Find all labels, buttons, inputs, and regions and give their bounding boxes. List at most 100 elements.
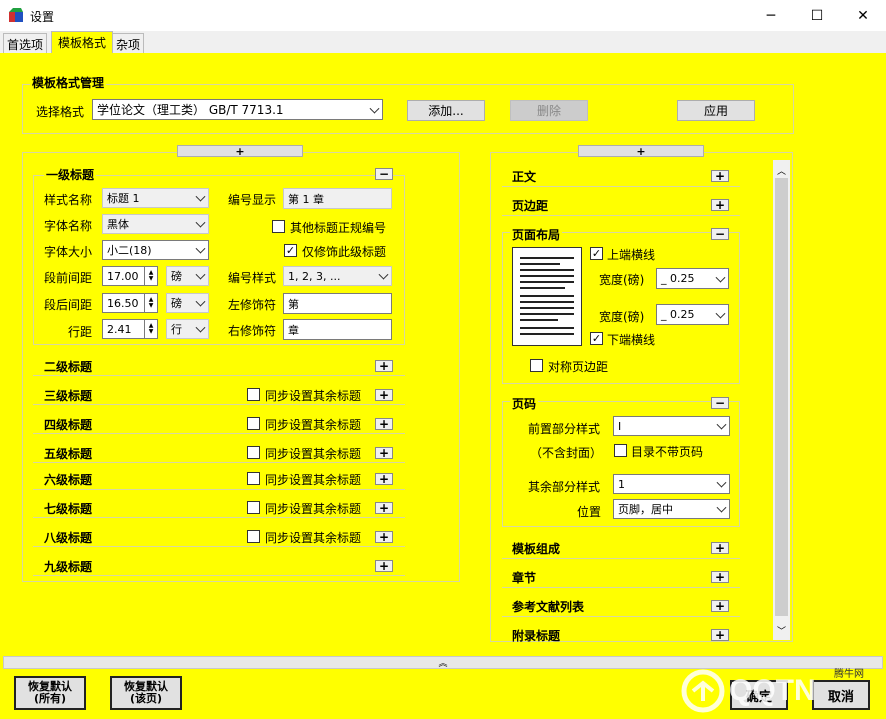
number-style-select[interactable]: 1, 2, 3, ... [283, 266, 392, 286]
style-name-select[interactable]: 标题 1 [102, 188, 209, 208]
select-format-label: 选择格式 [36, 105, 85, 119]
appendix-expand-button[interactable]: + [711, 629, 729, 641]
chevron-down-icon [369, 103, 380, 114]
h2-title: 二级标题 [44, 360, 93, 374]
top-rule-checkbox[interactable]: ✓ [590, 247, 603, 260]
body-expand-button[interactable]: + [711, 170, 729, 182]
other-numbering-checkbox[interactable] [272, 220, 285, 233]
reset-page-button[interactable]: 恢复默认 (该页) [110, 676, 182, 710]
chapter-title: 章节 [512, 571, 537, 585]
tab-template-format[interactable]: 模板格式 [51, 31, 114, 53]
scroll-up-icon[interactable]: ︿ [777, 164, 786, 177]
space-before-unit-select[interactable]: 磅 [166, 266, 209, 286]
divider [33, 546, 405, 547]
format-group-title: 模板格式管理 [30, 74, 107, 91]
h6-expand-button[interactable]: + [375, 473, 393, 485]
h7-sync-label: 同步设置其余标题 [265, 502, 362, 516]
h6-title: 六级标题 [44, 473, 93, 487]
h8-expand-button[interactable]: + [375, 531, 393, 543]
position-label: 位置 [577, 505, 602, 519]
top-width-label: 宽度(磅) [599, 273, 645, 287]
style-name-value: 标题 1 [107, 192, 140, 205]
h4-sync-label: 同步设置其余标题 [265, 418, 362, 432]
apply-button[interactable]: 应用 [677, 100, 755, 121]
position-select[interactable]: 页脚，居中 [613, 499, 730, 519]
tab-misc[interactable]: 杂项 [112, 33, 145, 53]
divider [33, 517, 405, 518]
h5-expand-button[interactable]: + [375, 447, 393, 459]
number-display-field[interactable]: 第 1 章 [283, 188, 392, 209]
h8-sync-label: 同步设置其余标题 [265, 531, 362, 545]
only-this-level-label: 仅修饰此级标题 [302, 245, 387, 259]
space-before-label: 段前间距 [44, 271, 93, 285]
layout-collapse-button[interactable]: − [711, 228, 729, 240]
space-before-unit: 磅 [171, 270, 182, 283]
space-after-input[interactable]: 16.50 [102, 293, 145, 313]
chapter-expand-button[interactable]: + [711, 571, 729, 583]
tab-preferences[interactable]: 首选项 [3, 33, 48, 53]
h3-sync-checkbox[interactable] [247, 388, 260, 401]
space-after-stepper[interactable]: ▲ ▼ [144, 293, 158, 313]
left-decorator-field[interactable]: 第 [283, 293, 392, 314]
h9-expand-button[interactable]: + [375, 560, 393, 572]
space-before-stepper[interactable]: ▲ ▼ [144, 266, 158, 286]
template-composition-expand-button[interactable]: + [711, 542, 729, 554]
font-size-select[interactable]: 小二(18) [102, 240, 209, 260]
margin-title: 页边距 [512, 199, 549, 213]
h7-expand-button[interactable]: + [375, 502, 393, 514]
h5-sync-checkbox[interactable] [247, 446, 260, 459]
h7-title: 七级标题 [44, 502, 93, 516]
right-decorator-field[interactable]: 章 [283, 319, 392, 340]
bottom-width-value: _ 0.25 [661, 308, 695, 321]
expand-all-page-button[interactable]: + [578, 145, 704, 158]
watermark-text: 腾牛网 [834, 669, 864, 680]
maximize-button[interactable]: ☐ [794, 0, 840, 31]
delete-button[interactable]: 删除 [510, 100, 588, 121]
add-button[interactable]: 添加... [407, 100, 485, 121]
symmetric-margin-label: 对称页边距 [548, 360, 609, 374]
chevron-down-icon [195, 191, 206, 202]
line-spacing-input[interactable]: 2.41 [102, 319, 145, 339]
margin-expand-button[interactable]: + [711, 199, 729, 211]
space-after-label: 段后间距 [44, 298, 93, 312]
toc-no-number-checkbox[interactable] [614, 444, 627, 457]
page-number-title: 页码 [510, 395, 539, 412]
h2-expand-button[interactable]: + [375, 360, 393, 372]
chevron-down-icon [715, 308, 726, 319]
h7-sync-checkbox[interactable] [247, 501, 260, 514]
line-spacing-stepper[interactable]: ▲ ▼ [144, 319, 158, 339]
bottom-rule-checkbox[interactable]: ✓ [590, 332, 603, 345]
line-spacing-unit-select[interactable]: 行 [166, 319, 209, 339]
line-spacing-label: 行距 [68, 325, 93, 339]
h3-sync-label: 同步设置其余标题 [265, 389, 362, 403]
h1-collapse-button[interactable]: − [375, 168, 393, 180]
space-after-unit-select[interactable]: 磅 [166, 293, 209, 313]
h6-sync-label: 同步设置其余标题 [265, 473, 362, 487]
symmetric-margin-checkbox[interactable] [530, 359, 543, 372]
left-decorator-label: 左修饰符 [228, 298, 277, 312]
rest-style-select[interactable]: 1 [613, 474, 730, 494]
h4-expand-button[interactable]: + [375, 418, 393, 430]
divider [502, 558, 740, 559]
h4-sync-checkbox[interactable] [247, 417, 260, 430]
scrollbar-thumb[interactable] [775, 178, 788, 616]
chevron-down-icon [715, 272, 726, 283]
minimize-button[interactable]: ─ [748, 0, 794, 31]
bottom-width-select[interactable]: _ 0.25 [656, 304, 729, 325]
expand-all-headings-button[interactable]: + [177, 145, 303, 158]
front-style-select[interactable]: I [613, 416, 730, 436]
top-width-select[interactable]: _ 0.25 [656, 268, 729, 289]
references-expand-button[interactable]: + [711, 600, 729, 612]
only-this-level-checkbox[interactable]: ✓ [284, 244, 297, 257]
h6-sync-checkbox[interactable] [247, 472, 260, 485]
style-name-label: 样式名称 [44, 193, 93, 207]
h3-expand-button[interactable]: + [375, 389, 393, 401]
font-name-select[interactable]: 黑体 [102, 214, 209, 234]
scroll-down-icon[interactable]: ﹀ [777, 624, 786, 637]
close-button[interactable]: ✕ [840, 0, 886, 31]
reset-all-button[interactable]: 恢复默认 (所有) [14, 676, 86, 710]
space-before-input[interactable]: 17.00 [102, 266, 145, 286]
page-number-collapse-button[interactable]: − [711, 397, 729, 409]
format-select[interactable]: 学位论文（理工类） GB/T 7713.1 [92, 99, 383, 120]
h8-sync-checkbox[interactable] [247, 530, 260, 543]
